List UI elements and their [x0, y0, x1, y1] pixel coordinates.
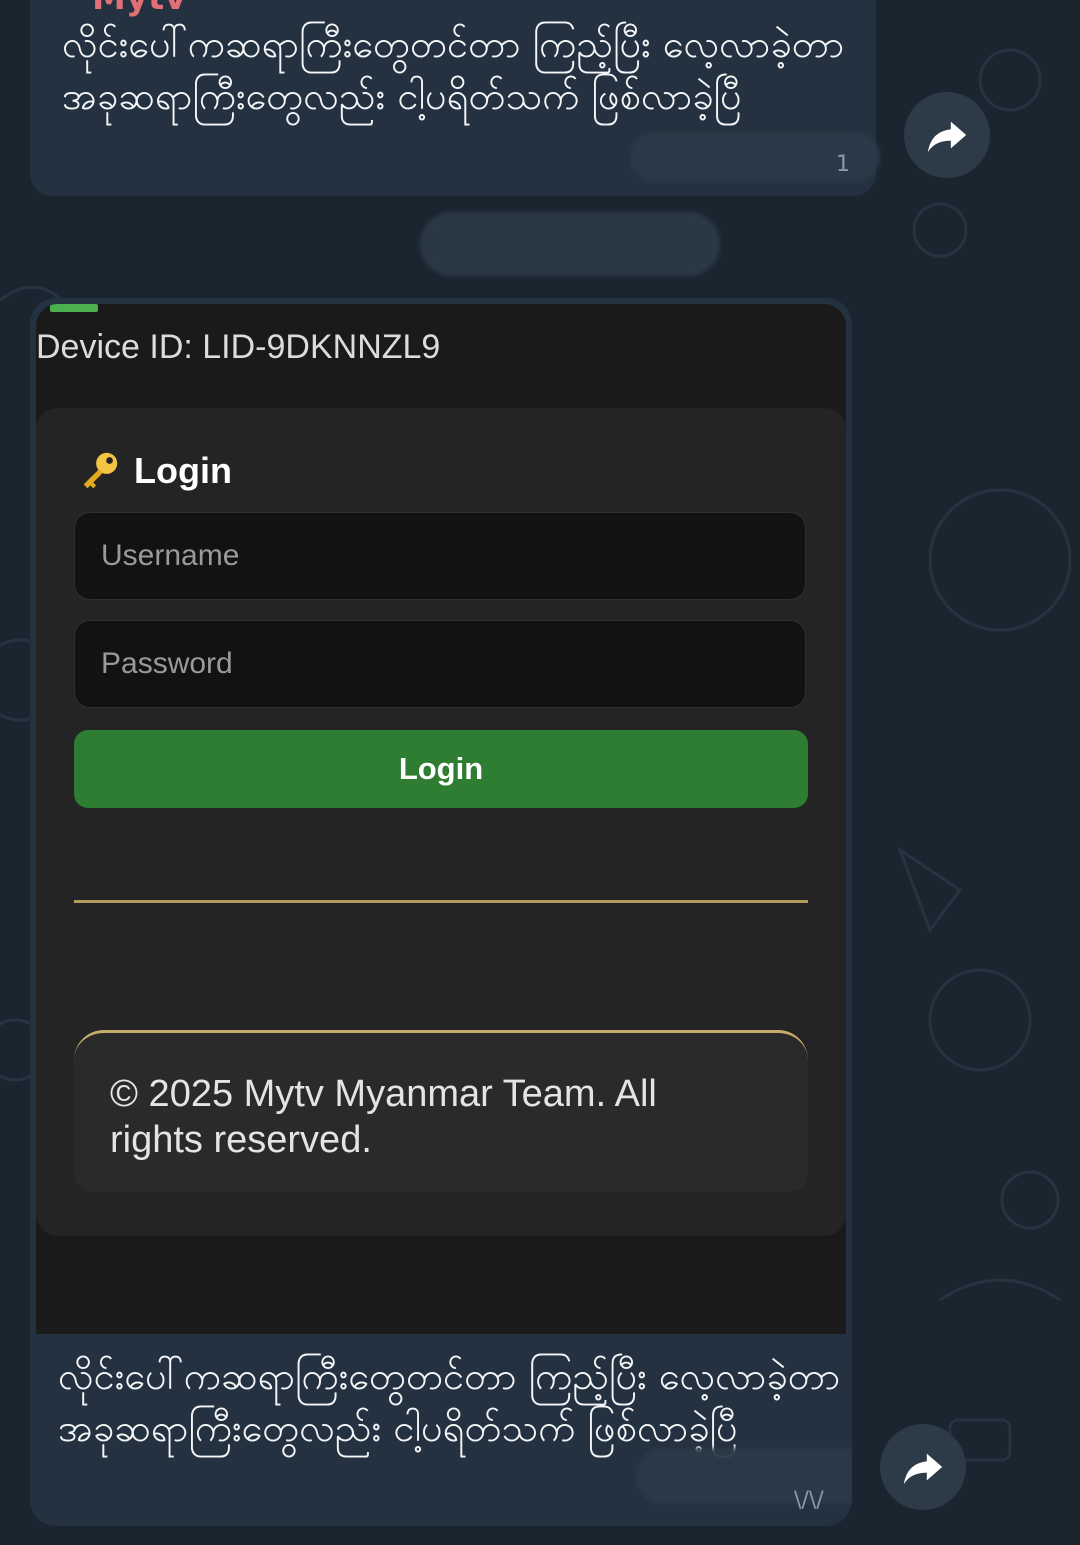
message-text: လိုင်းပေါ်ကဆရာကြီးတွေတင်တာ ကြည့်ပြီး လေ့… — [62, 22, 845, 118]
screenshot-photo[interactable]: Device ID: LID-9DKNNZL9 Login Username P… — [36, 304, 846, 1334]
forward-button-bottom[interactable] — [880, 1424, 966, 1510]
photo-message-bubble[interactable]: Device ID: LID-9DKNNZL9 Login Username P… — [30, 298, 852, 1526]
divider — [74, 900, 808, 903]
redaction-scribble — [420, 212, 720, 276]
login-heading: Login — [76, 448, 232, 494]
login-title-text: Login — [134, 450, 232, 491]
forward-button[interactable] — [904, 92, 990, 178]
login-button[interactable]: Login — [74, 730, 808, 808]
message-meta: 1 — [836, 152, 850, 177]
photo-caption: လိုင်းပေါ်ကဆရာကြီးတွေတင်တာ ကြည့်ပြီး လေ့… — [58, 1354, 841, 1450]
password-input[interactable]: Password — [74, 620, 806, 708]
copyright-text: © 2025 Mytv Myanmar Team. All rights res… — [110, 1073, 657, 1161]
key-icon — [83, 452, 118, 489]
message-bubble-top[interactable]: Mytv လိုင်းပေါ်ကဆရာကြီးတွေတင်တာ ကြည့်ပြီ… — [30, 0, 880, 196]
forward-arrow-icon — [927, 121, 967, 153]
login-card: Login Username Password Login © 2025 Myt… — [36, 408, 846, 1236]
status-indicator — [50, 304, 98, 312]
message-meta-bottom: \/\/ — [794, 1488, 824, 1513]
device-id-label: Device ID: LID-9DKNNZL9 — [36, 328, 441, 366]
username-input[interactable]: Username — [74, 512, 806, 600]
forward-arrow-icon — [903, 1453, 943, 1485]
footer-box: © 2025 Mytv Myanmar Team. All rights res… — [74, 1030, 808, 1192]
sender-name[interactable]: Mytv — [92, 0, 186, 18]
